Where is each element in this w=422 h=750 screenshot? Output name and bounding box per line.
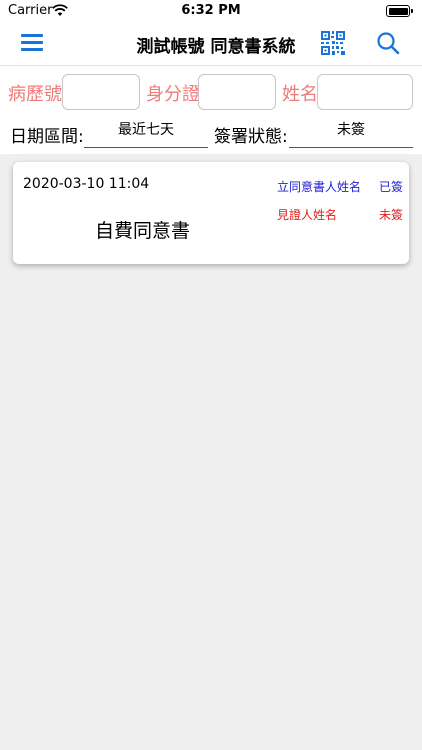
menu-icon[interactable] xyxy=(21,34,43,52)
medical-record-input[interactable] xyxy=(62,74,140,110)
id-number-label: 身分證 xyxy=(146,84,200,105)
status-bar: Carrier 6:32 PM xyxy=(0,0,422,22)
search-icon[interactable] xyxy=(376,31,400,55)
medical-record-label: 病歷號 xyxy=(8,84,62,105)
signer-status-witness: 未簽 xyxy=(379,208,404,222)
patient-name-label: 姓名 xyxy=(282,84,318,105)
page-title: 測試帳號 同意書系統 xyxy=(136,37,296,57)
sign-status-selector[interactable]: 未簽 xyxy=(289,116,413,148)
id-number-input[interactable] xyxy=(198,74,276,110)
nav-bar: 測試帳號 同意書系統 xyxy=(0,22,422,66)
date-range-selector[interactable]: 最近七天 xyxy=(84,116,208,148)
patient-name-input[interactable] xyxy=(317,74,413,110)
status-time: 6:32 PM xyxy=(181,3,241,18)
record-datetime: 2020-03-10 11:04 xyxy=(23,176,150,192)
signer-role-witness: 見證人姓名 xyxy=(277,208,338,222)
filter-panel: 病歷號 身分證 姓名 日期區間: 最近七天 簽署狀態: 未簽 xyxy=(0,66,422,154)
app-screen: Carrier 6:32 PM 測試帳號 同意書系統 病歷號 身分證 姓名 日期… xyxy=(0,0,422,750)
signer-status-consenter: 已簽 xyxy=(379,180,404,194)
sign-status-label: 簽署狀態: xyxy=(214,127,288,147)
consent-record-card[interactable]: 2020-03-10 11:04 自費同意書 立同意書人姓名 已簽 見證人姓名 … xyxy=(13,162,409,264)
signer-role-consenter: 立同意書人姓名 xyxy=(277,180,362,194)
battery-icon xyxy=(386,5,413,17)
date-range-label: 日期區間: xyxy=(10,127,84,147)
record-title: 自費同意書 xyxy=(95,220,191,242)
qr-code-icon[interactable] xyxy=(321,31,345,55)
